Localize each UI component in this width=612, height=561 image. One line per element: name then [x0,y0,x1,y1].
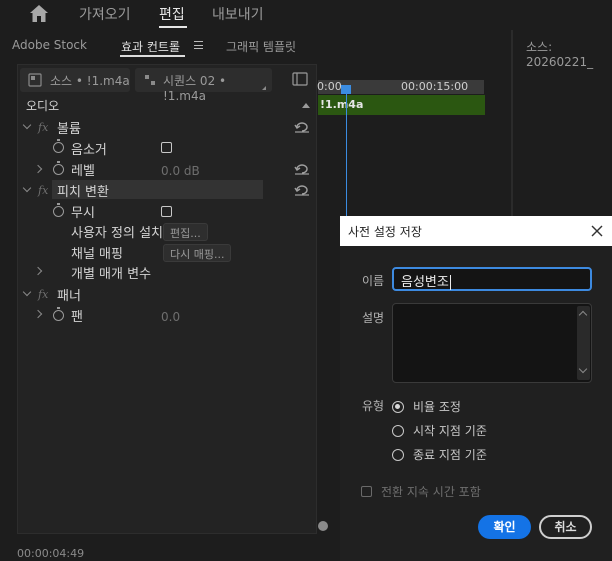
timeline-mid-time: 00:00:15:00 [401,80,469,93]
name-input[interactable]: 음성변조 [392,267,592,291]
stopwatch-icon[interactable] [53,203,64,217]
timeline-clip-label: !1.m4a [320,98,364,111]
source-clip-selector[interactable]: 소스 • !1.m4a [20,68,130,92]
edit-button[interactable]: 편집... [163,223,208,241]
radio-anchor-in-label[interactable]: 시작 지점 기준 [413,422,487,439]
timeline-start-time: 0:00 [317,80,342,93]
name-label: 이름 [362,274,385,288]
stopwatch-icon[interactable] [53,139,64,153]
panel-menu-icon[interactable] [194,41,203,49]
include-duration-checkbox[interactable] [361,486,372,497]
ignore-checkbox[interactable] [161,206,172,217]
radio-scale-label[interactable]: 비율 조정 [413,398,461,415]
fx-icon[interactable]: fx [38,121,48,134]
effect-panner[interactable]: 패너 [57,285,81,304]
sequence-clip-selector[interactable]: 시퀀스 02 • !1.m4a [135,68,272,103]
param-custom-setup: 사용자 정의 설치 [71,226,163,241]
stopwatch-icon[interactable] [53,307,64,321]
level-value[interactable]: 0.0 dB [161,164,200,178]
pan-value[interactable]: 0.0 [161,310,180,324]
scroll-up-icon[interactable] [578,310,588,320]
audio-section-header: 오디오 [26,99,60,113]
param-pan: 팬 [71,310,83,325]
dropdown-corner-icon [262,86,266,90]
dialog-title: 사전 설정 저장 [348,225,422,239]
toggle-timeline-icon[interactable] [292,72,308,86]
radio-anchor-in[interactable] [392,425,404,437]
fx-icon[interactable]: fx [38,184,48,197]
source-pill-label: 소스 • !1.m4a [50,74,130,88]
panel-divider [511,30,513,220]
collapse-up-icon[interactable] [302,103,310,108]
tab-effect-controls[interactable]: 효과 컨트롤 [121,38,180,55]
sequence-pill-label: 시퀀스 02 • !1.m4a [163,74,227,103]
type-label: 유형 [362,399,385,413]
ok-button[interactable]: 확인 [478,515,531,539]
radio-anchor-out[interactable] [392,449,404,461]
include-duration-label[interactable]: 전환 지속 시간 포함 [381,483,481,500]
param-bypass: 음소거 [71,143,107,158]
clip-icon [28,73,42,87]
radio-anchor-out-label[interactable]: 종료 지점 기준 [413,446,487,463]
reset-icon[interactable] [294,163,310,175]
home-icon[interactable] [28,4,50,24]
zoom-scroll-handle[interactable] [318,521,328,531]
active-nav-underline [159,26,187,28]
reset-icon[interactable] [294,121,310,133]
radio-scale[interactable] [392,401,404,413]
reset-icon[interactable] [294,184,310,196]
param-channel-mapping: 채널 매핑 [71,247,123,262]
tab-adobe-stock[interactable]: Adobe Stock [12,38,87,52]
sequence-icon [145,75,155,85]
active-tab-underline [120,55,185,57]
param-individual-params: 개별 매개 변수 [71,267,152,282]
cancel-button[interactable]: 취소 [539,515,592,539]
text-cursor [449,275,451,290]
tab-graphics-templates[interactable]: 그래픽 템플릿 [226,38,296,55]
nav-edit[interactable]: 편집 [159,4,185,24]
effect-pitch-shift[interactable]: 피치 변환 [57,181,109,200]
top-bar: 가져오기 편집 내보내기 [0,0,612,30]
nav-export[interactable]: 내보내기 [212,4,264,24]
nav-import[interactable]: 가져오기 [79,4,131,24]
effect-volume[interactable]: 볼륨 [57,118,81,137]
fx-icon[interactable]: fx [38,288,48,301]
timeline-clip[interactable]: !1.m4a [318,95,485,115]
param-ignore: 무시 [71,206,95,221]
stopwatch-icon[interactable] [53,161,64,175]
name-input-value: 음성변조 [401,275,449,290]
description-textarea[interactable] [392,303,592,383]
current-timecode[interactable]: 00:00:04:49 [17,547,84,560]
description-label: 설명 [362,311,385,325]
source-monitor-title[interactable]: 소스: 20260221_ [526,38,612,69]
param-level: 레벨 [71,164,95,179]
remap-button[interactable]: 다시 매핑... [163,244,232,262]
bypass-checkbox[interactable] [161,142,172,153]
close-icon[interactable] [591,225,603,237]
description-scrollbar[interactable] [577,306,590,380]
scroll-down-icon[interactable] [578,364,588,374]
dialog-title-bar: 사전 설정 저장 [340,216,612,246]
